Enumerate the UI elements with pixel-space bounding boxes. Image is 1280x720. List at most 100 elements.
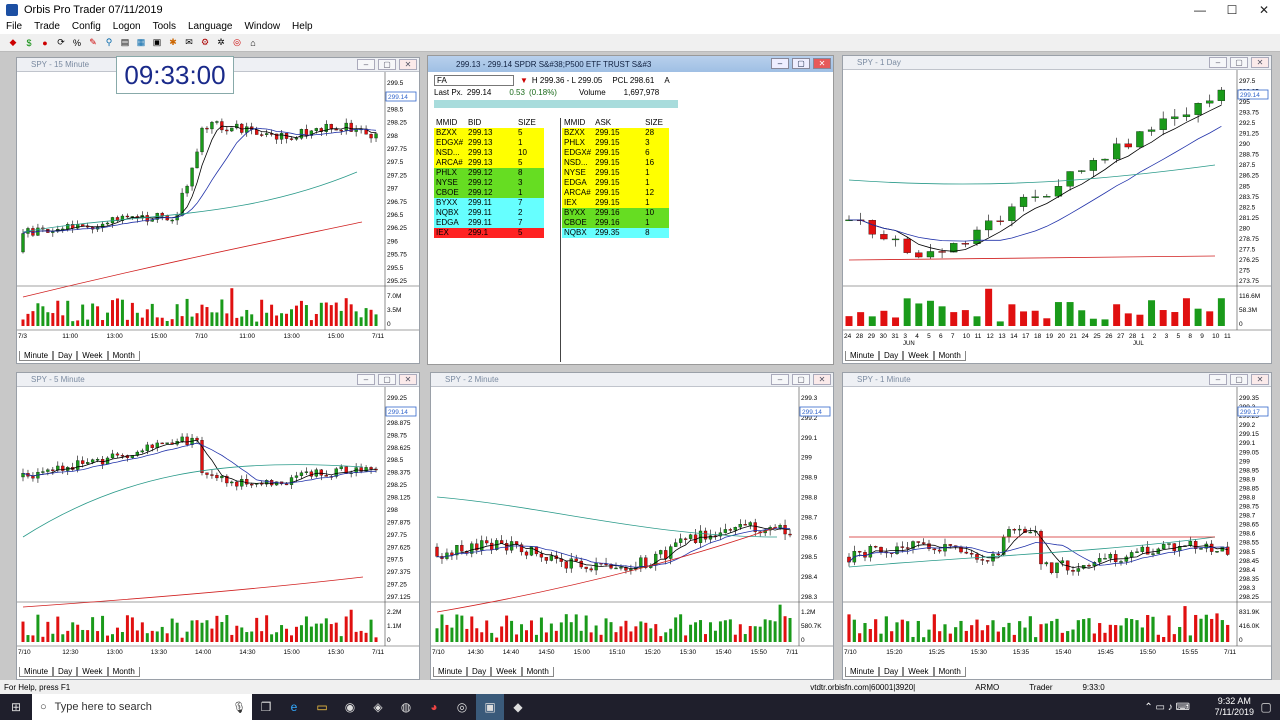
quote-close-button[interactable]: ✕ <box>813 58 831 69</box>
chart-canvas[interactable]: 297.5296.25295293.75292.5291.25290288.75… <box>843 70 1271 350</box>
chart-canvas[interactable]: 299.25299298.875298.75298.625298.5298.37… <box>17 387 419 666</box>
tab-week[interactable]: Week <box>903 667 934 677</box>
ask-row[interactable]: CBOE 299.16 1 <box>562 218 670 228</box>
orbis-taskbar-icon[interactable]: ▣ <box>476 694 504 720</box>
quote-minimize-button[interactable]: – <box>771 58 789 69</box>
ask-row[interactable]: BZXX 299.15 28 <box>562 128 670 138</box>
panel-minimize-button[interactable]: – <box>771 374 789 385</box>
panel-close-button[interactable]: ✕ <box>399 59 417 70</box>
task-view-icon[interactable]: ❐ <box>252 694 280 720</box>
app-icon-4[interactable]: ◎ <box>448 694 476 720</box>
quote-icon[interactable]: ▦ <box>134 37 148 49</box>
app-icon-5[interactable]: ◆ <box>504 694 532 720</box>
bid-row[interactable]: IEX 299.1 5 <box>434 228 544 238</box>
chart-canvas[interactable]: 299.3299.2299.1299298.9298.8298.7298.629… <box>431 387 833 666</box>
tab-day[interactable]: Day <box>467 667 492 677</box>
tab-month[interactable]: Month <box>521 667 554 677</box>
symbol-input[interactable]: FA <box>434 74 514 86</box>
panel-minimize-button[interactable]: – <box>1209 374 1227 385</box>
panel-close-button[interactable]: ✕ <box>1251 374 1269 385</box>
tab-day[interactable]: Day <box>53 667 78 677</box>
stop-icon[interactable]: ● <box>38 37 52 49</box>
ask-row[interactable]: PHLX 299.15 3 <box>562 138 670 148</box>
tab-month[interactable]: Month <box>933 667 966 677</box>
tray-clock[interactable]: 9:32 AM 7/11/2019 <box>1215 696 1254 718</box>
tab-week[interactable]: Week <box>903 351 934 361</box>
tab-week[interactable]: Week <box>77 351 108 361</box>
tab-minute[interactable]: Minute <box>433 667 468 677</box>
bid-row[interactable]: EDGA 299.11 7 <box>434 218 544 228</box>
ask-row[interactable]: BYXX 299.16 10 <box>562 208 670 218</box>
dollar-icon[interactable]: $ <box>22 37 36 49</box>
alert-label[interactable]: A <box>664 76 669 85</box>
zoom-icon[interactable]: ⚲ <box>102 37 116 49</box>
minimize-button[interactable]: — <box>1184 0 1216 20</box>
menu-window[interactable]: Window <box>238 20 286 34</box>
bid-row[interactable]: NSD... 299.13 10 <box>434 148 544 158</box>
panel-close-button[interactable]: ✕ <box>1251 57 1269 68</box>
tools-icon[interactable]: ✎ <box>86 37 100 49</box>
bid-row[interactable]: EDGX# 299.13 1 <box>434 138 544 148</box>
panel-maximize-button[interactable]: ▢ <box>1230 374 1248 385</box>
bid-row[interactable]: CBOE 299.12 1 <box>434 188 544 198</box>
quote-maximize-button[interactable]: ▢ <box>792 58 810 69</box>
tab-day[interactable]: Day <box>53 351 78 361</box>
panel-maximize-button[interactable]: ▢ <box>1230 57 1248 68</box>
panel-maximize-button[interactable]: ▢ <box>378 374 396 385</box>
order-icon[interactable]: ◆ <box>6 37 20 49</box>
filter-icon[interactable]: ✲ <box>214 37 228 49</box>
microphone-icon[interactable]: 🎙 <box>232 701 246 714</box>
settings-icon[interactable]: ✱ <box>166 37 180 49</box>
ask-row[interactable]: NYSE 299.15 1 <box>562 168 670 178</box>
layout-icon[interactable]: ⌂ <box>246 37 260 49</box>
panel-close-button[interactable]: ✕ <box>399 374 417 385</box>
ask-row[interactable]: EDGA 299.15 1 <box>562 178 670 188</box>
percent-icon[interactable]: % <box>70 37 84 49</box>
gear-icon[interactable]: ⚙ <box>198 37 212 49</box>
close-button[interactable]: ✕ <box>1248 0 1280 20</box>
taskbar-search[interactable]: ○ Type here to search 🎙 <box>32 694 252 720</box>
tab-week[interactable]: Week <box>77 667 108 677</box>
chart-panel-5min[interactable]: SPY - 5 Minute –▢✕ 299.25299298.875298.7… <box>16 372 420 680</box>
bid-row[interactable]: BZXX 299.13 5 <box>434 128 544 138</box>
bid-row[interactable]: ARCA# 299.13 5 <box>434 158 544 168</box>
app-icon-1[interactable]: ◉ <box>336 694 364 720</box>
menu-file[interactable]: File <box>0 20 28 34</box>
chart-canvas[interactable]: 299.35299.3299.25299.2299.15299.1299.052… <box>843 387 1271 666</box>
menu-logon[interactable]: Logon <box>107 20 147 34</box>
ask-row[interactable]: ARCA# 299.15 12 <box>562 188 670 198</box>
panel-close-button[interactable]: ✕ <box>813 374 831 385</box>
bid-row[interactable]: NQBX 299.11 2 <box>434 208 544 218</box>
tab-day[interactable]: Day <box>879 351 904 361</box>
menu-config[interactable]: Config <box>66 20 107 34</box>
bid-row[interactable]: NYSE 299.12 3 <box>434 178 544 188</box>
refresh-icon[interactable]: ⟳ <box>54 37 68 49</box>
bid-row[interactable]: PHLX 299.12 8 <box>434 168 544 178</box>
tab-week[interactable]: Week <box>491 667 522 677</box>
tab-month[interactable]: Month <box>933 351 966 361</box>
edge-icon[interactable]: e <box>280 694 308 720</box>
menu-language[interactable]: Language <box>182 20 239 34</box>
bid-row[interactable]: BYXX 299.11 7 <box>434 198 544 208</box>
tab-month[interactable]: Month <box>107 667 140 677</box>
panel-minimize-button[interactable]: – <box>357 59 375 70</box>
app-icon-3[interactable]: ◍ <box>392 694 420 720</box>
chart-panel-1min[interactable]: SPY - 1 Minute –▢✕ 299.35299.3299.25299.… <box>842 372 1272 680</box>
chart-panel-15min[interactable]: SPY - 15 Minute –▢✕ 299.5298.75298.5298.… <box>16 57 420 364</box>
tab-day[interactable]: Day <box>879 667 904 677</box>
mail-icon[interactable]: ✉ <box>182 37 196 49</box>
chart-panel-2min[interactable]: SPY - 2 Minute – ▢ ✕ 299.3 299.2 299.1 299 298… <box>430 372 834 680</box>
ask-row[interactable]: NSD... 299.15 16 <box>562 158 670 168</box>
panel-maximize-button[interactable]: ▢ <box>378 59 396 70</box>
tab-minute[interactable]: Minute <box>845 351 880 361</box>
ask-row[interactable]: NQBX 299.35 8 <box>562 228 670 238</box>
tab-minute[interactable]: Minute <box>19 351 54 361</box>
panel-minimize-button[interactable]: – <box>357 374 375 385</box>
alarm-icon[interactable]: ◎ <box>230 37 244 49</box>
chrome-icon[interactable]: ◕ <box>420 694 448 720</box>
maximize-button[interactable]: ☐ <box>1216 0 1248 20</box>
tab-minute[interactable]: Minute <box>845 667 880 677</box>
panel-maximize-button[interactable]: ▢ <box>792 374 810 385</box>
app-icon-2[interactable]: ◈ <box>364 694 392 720</box>
notification-icon[interactable]: ▢ <box>1252 694 1280 720</box>
